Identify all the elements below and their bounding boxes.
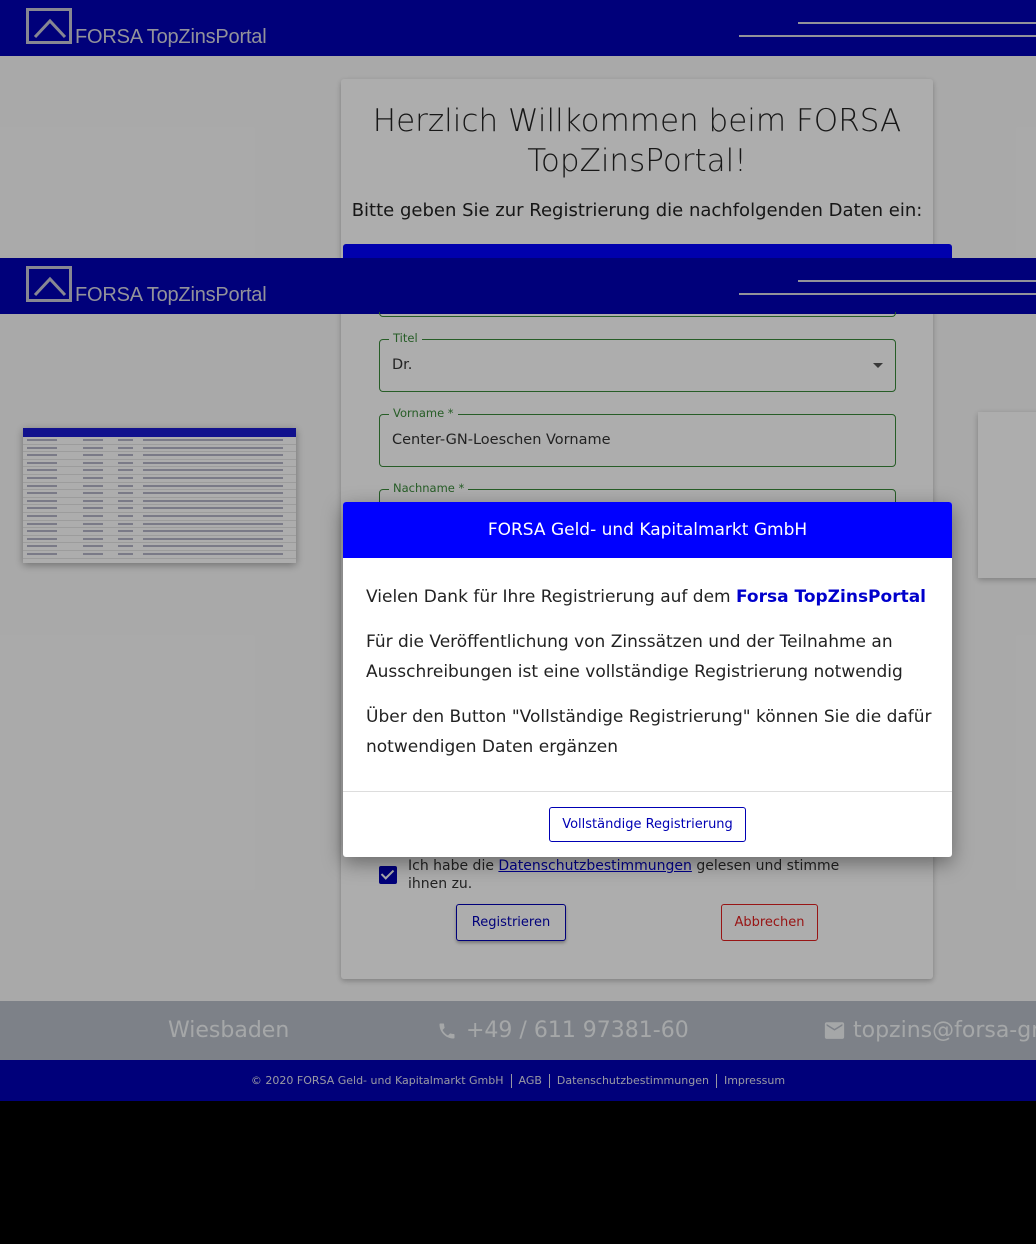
thanks-prefix: Vielen Dank für Ihre Registrierung auf d… bbox=[366, 587, 736, 607]
registration-success-dialog: FORSA Geld- und Kapitalmarkt GmbH Vielen… bbox=[343, 502, 952, 857]
portal-name: Forsa TopZinsPortal bbox=[736, 587, 927, 607]
dialog-body: Vielen Dank für Ihre Registrierung auf d… bbox=[366, 582, 936, 777]
dialog-thanks-text: Vielen Dank für Ihre Registrierung auf d… bbox=[366, 582, 936, 612]
dialog-title: FORSA Geld- und Kapitalmarkt GmbH bbox=[343, 502, 952, 558]
dialog-hint-text: Über den Button "Vollständige Registrier… bbox=[366, 707, 932, 757]
dialog-info-text: Für die Veröffentlichung von Zinssätzen … bbox=[366, 632, 903, 682]
dialog-divider bbox=[343, 791, 952, 792]
complete-registration-button[interactable]: Vollständige Registrierung bbox=[549, 807, 746, 842]
page-viewport: FORSA TopZinsPortal Herzlich Willkommen … bbox=[0, 0, 1036, 1101]
